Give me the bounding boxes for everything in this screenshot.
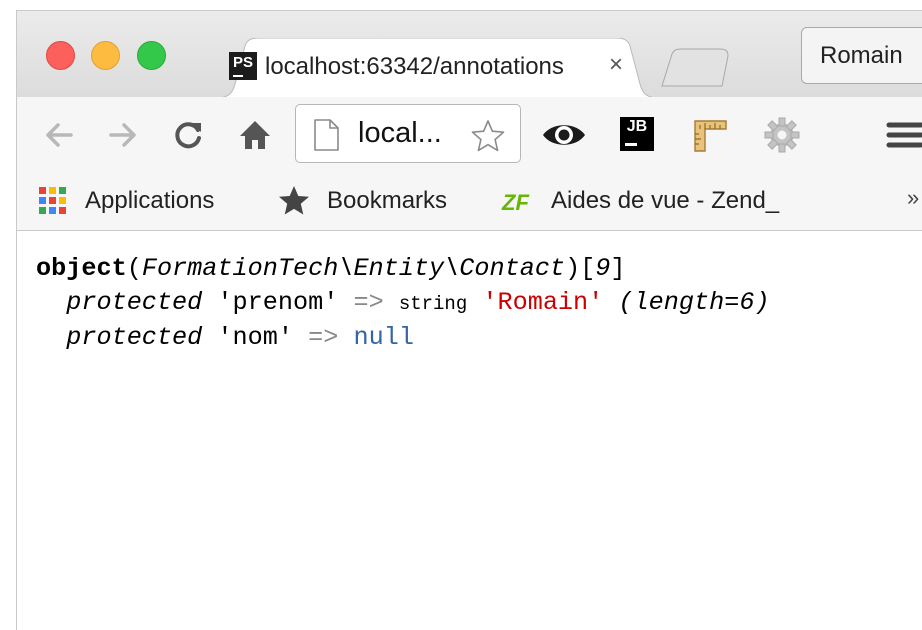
close-window-button[interactable] <box>46 41 75 70</box>
bookmark-star-icon[interactable] <box>470 118 506 154</box>
phpstorm-favicon-icon: PS <box>229 52 257 80</box>
page-content: object(FormationTech\Entity\Contact)[9] … <box>17 231 922 630</box>
var-dump-output: object(FormationTech\Entity\Contact)[9] … <box>36 254 770 352</box>
bookmark-label: Applications <box>85 187 215 214</box>
bookmark-label: Aides de vue - Zend_ <box>551 187 780 214</box>
document-icon <box>314 119 339 151</box>
ruler-extension-icon[interactable] <box>690 115 730 155</box>
property-name: 'nom' <box>217 323 293 352</box>
jetbrains-extension-icon[interactable]: JB <box>620 117 654 151</box>
profile-button[interactable]: Romain <box>801 27 922 84</box>
back-arrow-icon[interactable] <box>39 115 79 155</box>
minimize-window-button[interactable] <box>91 41 120 70</box>
property-arrow: => <box>308 323 339 352</box>
menu-icon[interactable] <box>885 115 922 155</box>
bookmarks-bar: Applications Bookmarks ZF Aides de vue -… <box>17 171 922 231</box>
property-name: 'prenom' <box>217 288 339 317</box>
profile-name: Romain <box>820 42 903 69</box>
tab-close-button[interactable]: × <box>609 51 623 79</box>
svg-text:ZF: ZF <box>501 190 529 215</box>
tab-title-fade <box>565 48 609 84</box>
property-visibility: protected <box>66 323 203 352</box>
property-length: (length=6) <box>618 288 770 317</box>
address-bar[interactable]: local... <box>295 104 521 163</box>
dump-keyword: object <box>36 254 127 283</box>
forward-arrow-icon[interactable] <box>103 115 143 155</box>
star-icon <box>279 186 309 215</box>
zoom-window-button[interactable] <box>137 41 166 70</box>
browser-window: PS localhost:63342/annotations × Romain <box>16 10 922 630</box>
home-icon[interactable] <box>235 115 275 155</box>
tab-active[interactable]: PS localhost:63342/annotations × <box>215 38 660 98</box>
reload-icon[interactable] <box>169 115 209 155</box>
property-value-null: null <box>353 323 414 352</box>
toolbar: local... JB <box>17 97 922 171</box>
dump-object-id: 9 <box>595 254 611 283</box>
eye-extension-icon[interactable] <box>540 115 588 155</box>
property-type: string <box>398 293 468 315</box>
apps-grid-icon <box>39 187 66 214</box>
new-tab-button[interactable] <box>658 48 734 88</box>
gear-extension-icon[interactable] <box>762 115 802 155</box>
title-bar: PS localhost:63342/annotations × Romain <box>17 11 922 98</box>
zend-framework-icon: ZF <box>501 190 529 215</box>
bookmark-label: Bookmarks <box>327 187 448 214</box>
bookmarks-overflow-chevron[interactable]: » <box>907 185 919 211</box>
address-text: local... <box>358 117 442 149</box>
tab-title: localhost:63342/annotations <box>265 53 564 80</box>
property-value-string: 'Romain' <box>482 288 604 317</box>
property-arrow: => <box>353 288 384 317</box>
dump-class-name: FormationTech\Entity\Contact <box>141 254 566 283</box>
property-visibility: protected <box>66 288 203 317</box>
